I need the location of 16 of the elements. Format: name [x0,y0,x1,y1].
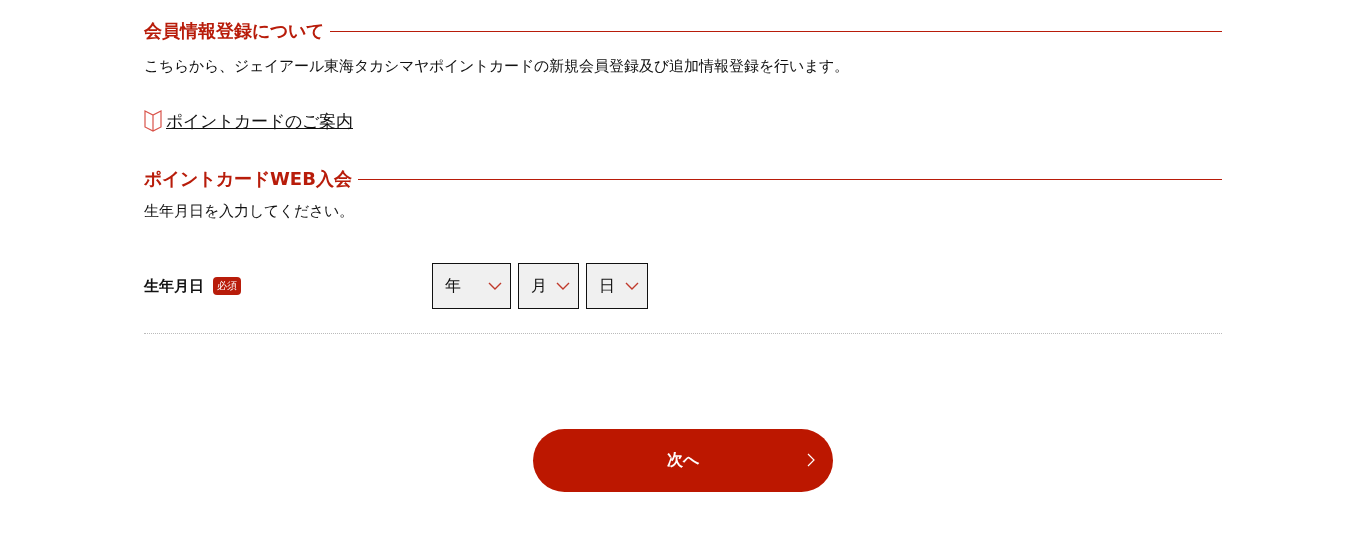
next-button[interactable]: 次へ [533,429,833,492]
date-select[interactable]: 年 [432,263,511,309]
required-badge: 必須 [213,277,241,295]
chevron-down-icon [488,282,502,290]
section-text: こちらから、ジェイアール東海タカシマヤポイントカードの新規会員登録及び追加情報登録を行います。 [144,57,850,76]
section-text: 生年月日を入力してください。 [144,202,355,221]
section-heading: 会員情報登録について [144,19,324,43]
book-icon [144,109,162,133]
date-select[interactable]: 日 [586,263,648,309]
guide-link[interactable]: ポイントカードのご案内 [166,109,353,133]
section-heading: ポイントカードWEB入会 [144,167,352,191]
chevron-down-icon [625,282,639,290]
chevron-right-icon [807,453,815,467]
date-select[interactable]: 月 [518,263,579,309]
field-label: 生年月日 [144,276,204,296]
chevron-down-icon [556,282,570,290]
